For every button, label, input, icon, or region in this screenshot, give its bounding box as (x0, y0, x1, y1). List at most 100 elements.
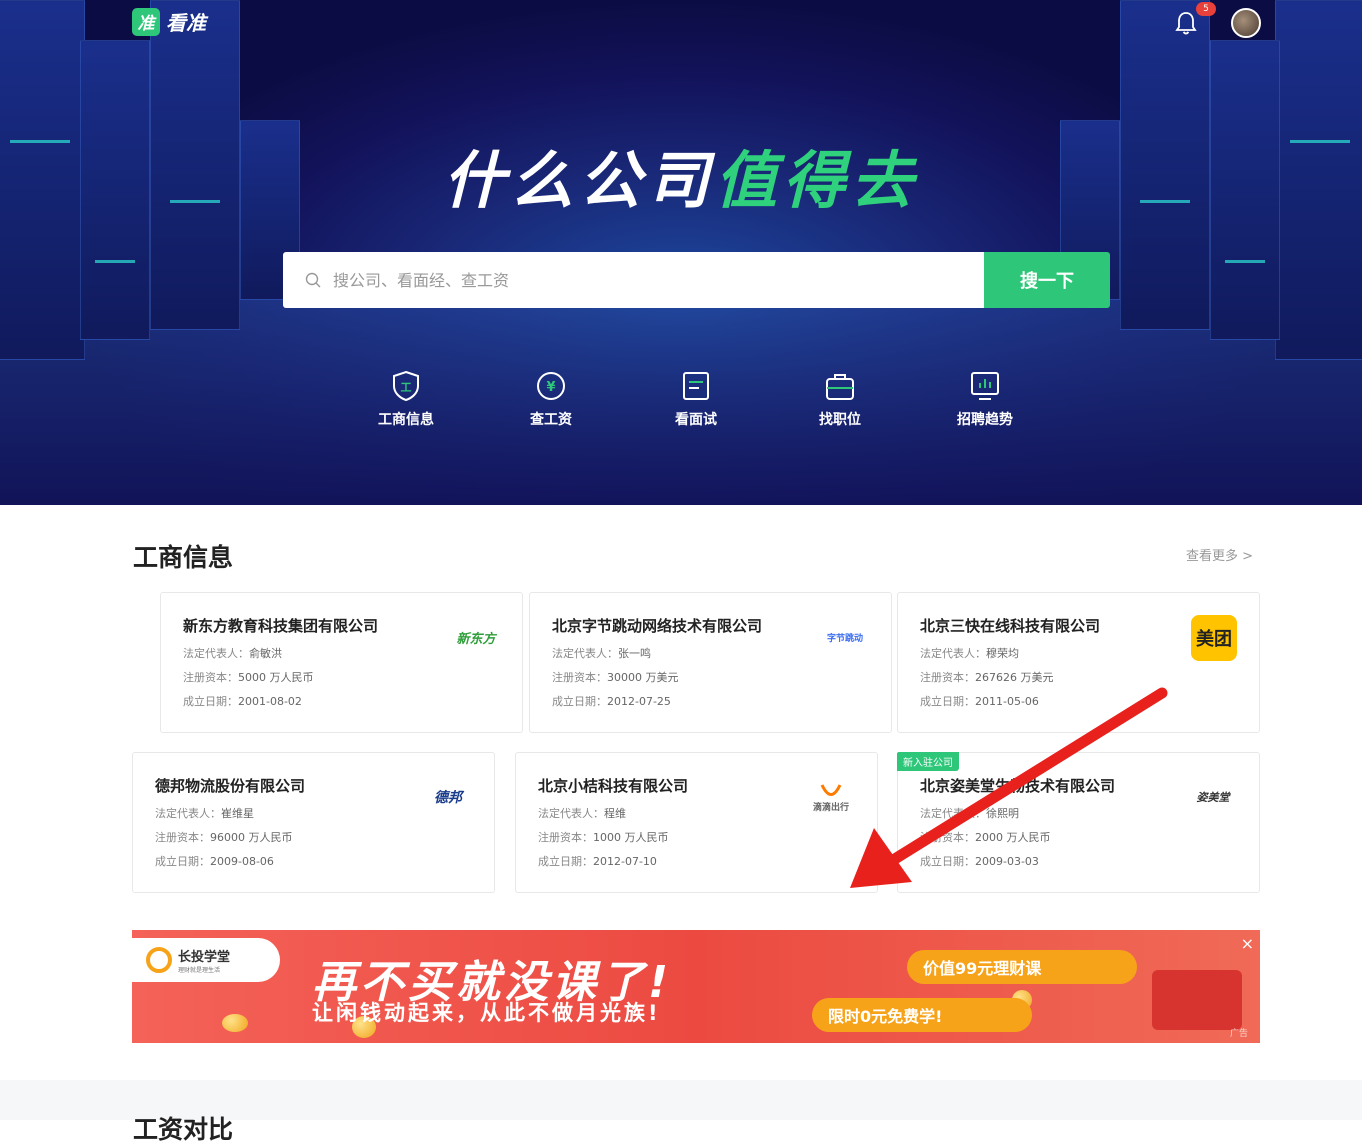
company-capital: 注册资本：30000 万美元 (552, 669, 869, 685)
company-capital: 注册资本：5000 万人民币 (183, 669, 500, 685)
rep-label: 法定代表人： (183, 647, 249, 660)
company-rep: 法定代表人：穆荣均 (920, 645, 1237, 661)
ad-brand-sub: 理财就是理生活 (178, 967, 221, 974)
company-card[interactable]: 北京三快在线科技有限公司 法定代表人：穆荣均 注册资本：267626 万美元 成… (897, 592, 1260, 733)
capital-value: 5000 万人民币 (238, 671, 314, 684)
company-card[interactable]: 北京字节跳动网络技术有限公司 法定代表人：张一鸣 注册资本：30000 万美元 … (529, 592, 892, 733)
bell-icon[interactable] (1174, 10, 1198, 36)
company-date: 成立日期：2009-08-06 (155, 853, 472, 869)
capital-label: 注册资本： (538, 831, 593, 844)
company-logo: 新东方 (456, 631, 496, 647)
hero-slogan: 什么公司值得去 (0, 130, 1362, 220)
nav-label: 工商信息 (378, 412, 434, 428)
notification-badge: 5 (1196, 2, 1216, 16)
capital-value: 96000 万人民币 (210, 831, 293, 844)
rep-label: 法定代表人： (538, 807, 604, 820)
svg-text:工: 工 (401, 381, 412, 394)
date-value: 2009-03-03 (975, 855, 1039, 868)
date-label: 成立日期： (155, 855, 210, 868)
view-more-link[interactable]: 查看更多 > (1186, 545, 1253, 564)
nav-label: 查工资 (530, 412, 572, 428)
company-logo: 美团 (1191, 615, 1237, 661)
wallet-decoration (1152, 970, 1242, 1030)
nav-item-trends[interactable]: 招聘趋势 (935, 369, 1035, 429)
date-value: 2011-05-06 (975, 695, 1039, 708)
nav-item-business-info[interactable]: 工 工商信息 (356, 369, 456, 429)
date-value: 2012-07-10 (593, 855, 657, 868)
company-logo: 德邦 (434, 790, 462, 806)
capital-label: 注册资本： (552, 671, 607, 684)
ad-pill-free: 限时0元免费学! (812, 998, 1032, 1032)
company-logo: 姿美堂 (1196, 791, 1230, 804)
capital-value: 1000 万人民币 (593, 831, 669, 844)
company-date: 成立日期：2012-07-25 (552, 693, 869, 709)
next-section-title: 工资对比 (133, 1115, 234, 1144)
logo-text: 看准 (166, 11, 206, 35)
date-label: 成立日期： (183, 695, 238, 708)
search-bar: 搜一下 (283, 252, 1110, 308)
ad-brand-logo: 长投学堂 理财就是理生活 (132, 938, 280, 982)
ad-pill-value: 价值99元理财课 (907, 950, 1137, 984)
date-value: 2001-08-02 (238, 695, 302, 708)
search-input[interactable] (333, 270, 933, 290)
rep-value: 徐熙明 (986, 807, 1019, 820)
next-section-strip: 工资对比 (0, 1080, 1362, 1144)
yen-icon: ¥ (537, 372, 565, 400)
nav-label: 看面试 (675, 412, 717, 428)
ad-banner[interactable]: 长投学堂 理财就是理生活 再不买就没课了! 让闲钱动起来，从此不做月光族! 价值… (132, 930, 1260, 1043)
nav-item-salary[interactable]: ¥ 查工资 (501, 369, 601, 429)
date-label: 成立日期： (920, 855, 975, 868)
company-date: 成立日期：2001-08-02 (183, 693, 500, 709)
company-card[interactable]: 新东方教育科技集团有限公司 法定代表人：俞敏洪 注册资本：5000 万人民币 成… (160, 592, 523, 733)
chart-monitor-icon (971, 372, 999, 400)
slogan-white: 什么公司 (442, 144, 715, 217)
capital-label: 注册资本： (155, 831, 210, 844)
ad-brand: 长投学堂 (178, 950, 231, 965)
nav-label: 找职位 (819, 412, 861, 428)
rep-label: 法定代表人： (920, 647, 986, 660)
date-value: 2012-07-25 (607, 695, 671, 708)
brand-circle-icon (146, 947, 172, 973)
logo-badge: 准 (132, 7, 160, 36)
coin-decoration (222, 1014, 248, 1032)
search-icon (305, 272, 321, 288)
search-button[interactable]: 搜一下 (984, 252, 1110, 308)
company-card[interactable]: 北京小桔科技有限公司 法定代表人：程维 注册资本：1000 万人民币 成立日期：… (515, 752, 878, 893)
rep-label: 法定代表人： (920, 807, 986, 820)
company-card[interactable]: 德邦物流股份有限公司 法定代表人：崔维星 注册资本：96000 万人民币 成立日… (132, 752, 495, 893)
company-date: 成立日期：2011-05-06 (920, 693, 1237, 709)
rep-value: 崔维星 (221, 807, 254, 820)
company-logo: 字节跳动 (826, 633, 863, 644)
company-date: 成立日期：2012-07-10 (538, 853, 855, 869)
company-capital: 注册资本：267626 万美元 (920, 669, 1237, 685)
company-logo-text: 滴滴出行 (812, 802, 849, 813)
slogan-green: 值得去 (715, 144, 920, 217)
site-logo[interactable]: 准 看准 (132, 7, 206, 36)
ad-subline: 让闲钱动起来，从此不做月光族! (312, 1001, 661, 1025)
nav-item-jobs[interactable]: 找职位 (790, 369, 890, 429)
didi-logo-icon (820, 783, 842, 796)
nav-label: 招聘趋势 (957, 412, 1013, 428)
date-label: 成立日期： (538, 855, 593, 868)
rep-value: 俞敏洪 (249, 647, 282, 660)
company-card[interactable]: 新入驻公司 北京姿美堂生物技术有限公司 法定代表人：徐熙明 注册资本：2000 … (897, 752, 1260, 893)
document-icon (683, 372, 709, 400)
company-capital: 注册资本：2000 万人民币 (920, 829, 1237, 845)
company-logo: 滴滴出行 (805, 777, 857, 817)
ad-mark: 广告 (1229, 1029, 1248, 1039)
avatar[interactable] (1231, 8, 1261, 38)
rep-value: 张一鸣 (618, 647, 651, 660)
ad-close-button[interactable]: × (1241, 934, 1254, 953)
nav-item-interview[interactable]: 看面试 (646, 369, 746, 429)
rep-value: 穆荣均 (986, 647, 1019, 660)
rep-label: 法定代表人： (552, 647, 618, 660)
date-label: 成立日期： (920, 695, 975, 708)
capital-label: 注册资本： (183, 671, 238, 684)
rep-value: 程维 (604, 807, 626, 820)
capital-value: 267626 万美元 (975, 671, 1054, 684)
glow-line (95, 260, 135, 263)
rep-label: 法定代表人： (155, 807, 221, 820)
capital-value: 2000 万人民币 (975, 831, 1051, 844)
hero-banner: 准 看准 5 什么公司值得去 搜一下 工 工商信息 (0, 0, 1362, 505)
capital-label: 注册资本： (920, 831, 975, 844)
